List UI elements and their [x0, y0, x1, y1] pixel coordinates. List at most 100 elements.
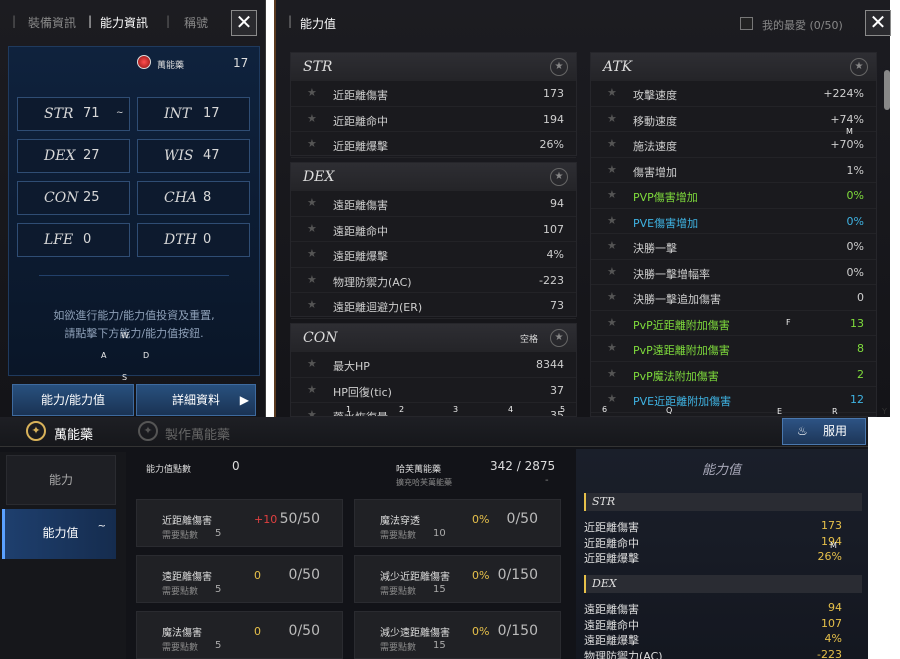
divider: [39, 275, 229, 276]
overlay-key: 4: [508, 405, 514, 414]
elixir-tab-icon: ✦: [26, 421, 46, 441]
section-title: STR: [303, 59, 333, 75]
overlay-key: W: [121, 331, 129, 340]
close-right-button[interactable]: ✕: [865, 10, 891, 36]
upgrade-card[interactable]: 減少近距離傷害 需要點數 15 0% 0/150: [354, 555, 561, 603]
stat-row: ★ 移動速度 +74%: [591, 107, 876, 132]
stat-row: ★ 決勝一擊增幅率 0%: [591, 260, 876, 285]
section-dex: DEX ★ ★ 遠距離傷害 94 ★ 遠距離命中 107 ★ 遠距離爆擊 4% ★ 物理防禦力(…: [290, 162, 577, 319]
hafi-value: 342 / 2875: [490, 459, 556, 473]
upgrade-card[interactable]: 魔法穿透 需要點數 10 0% 0/50: [354, 499, 561, 547]
stat-con: CON 25: [17, 181, 130, 215]
upgrade-card[interactable]: 減少遠距離傷害 需要點數 15 0% 0/150: [354, 611, 561, 659]
stat-row: ★ 遠距離爆擊 4%: [291, 242, 576, 268]
tab-craft[interactable]: 製作萬能藥: [165, 424, 230, 443]
panel-title: 能力值: [300, 17, 337, 31]
reset-hint: 如欲進行能力/能力值投資及重置, 請點擊下方能力/能力值按鈕.: [53, 309, 215, 340]
stat-row: ★ 近距離命中 194: [291, 107, 576, 132]
side-item-stats[interactable]: 能力值 ~: [2, 509, 116, 559]
mini-dex-rows: 遠距離傷害 94 遠距離命中 107 遠距離爆擊 4% 物理防禦力(AC) -223: [584, 601, 854, 659]
stat-int: INT 17: [137, 97, 250, 131]
star-icon[interactable]: ★: [850, 58, 868, 76]
upgrade-card[interactable]: 近距離傷害 需要點數 5 +10 50/50: [136, 499, 343, 547]
potion-icon: ♨: [797, 424, 808, 438]
elixir-label: 萬能藥: [157, 61, 185, 71]
overlay-key: S: [122, 373, 128, 382]
star-icon: ★: [307, 408, 317, 417]
stat-row: ★ 攻擊速度 +224%: [591, 81, 876, 107]
stat-wis: WIS 47: [137, 139, 250, 173]
star-icon[interactable]: ★: [550, 168, 568, 186]
apply-button[interactable]: ♨ 服用: [782, 418, 866, 445]
stat-row: ★ 遠距離迴避力(ER) 73: [291, 293, 576, 319]
tab-ability[interactable]: 能力資訊: [100, 14, 148, 31]
stat-row: ★ 遠距離命中 107: [291, 217, 576, 242]
star-icon: ★: [307, 382, 317, 396]
stat-row: ★ PvP魔法附加傷害 2: [591, 362, 876, 387]
stat-row: ★ 決勝一擊 0%: [591, 234, 876, 260]
overlay-key: Q: [666, 406, 673, 415]
hafi-sub-value: -: [545, 475, 549, 486]
potion-icon: [137, 55, 151, 69]
star-icon: ★: [307, 357, 317, 370]
stat-row: ★ 決勝一擊追加傷害 0: [591, 285, 876, 311]
mini-stats-panel: 能力值 STR 近距離傷害 173 近距離命中 194 近距離爆擊 26% DEX 遠…: [576, 449, 868, 659]
stat-row: ★ 遠距離傷害 94: [291, 191, 576, 217]
elixir-panel: ✦ 萬能藥 ✦ 製作萬能藥 ♨ 服用 能力 能力值 ~ 能力值點數 0 哈芙萬能藥…: [0, 417, 868, 659]
play-arrow-icon: ▶: [239, 393, 249, 407]
star-icon[interactable]: ★: [550, 58, 568, 76]
section-title: ATK: [603, 59, 633, 75]
star-icon: ★: [307, 221, 317, 235]
stat-row: ★藥水恢復量35: [291, 403, 576, 417]
close-left-button[interactable]: ✕: [231, 10, 257, 36]
scrollbar[interactable]: [884, 70, 890, 110]
stat-dth: DTH 0: [137, 223, 250, 257]
overlay-key: 6: [602, 405, 608, 414]
info-tabs: | 裝備資訊 | 能力資訊 | 稱號: [12, 14, 209, 31]
craft-tab-icon: ✦: [138, 421, 158, 441]
stat-row: ★ 傷害增加 1%: [591, 158, 876, 183]
overlay-key: Y: [882, 407, 887, 416]
overlay-key: F: [786, 318, 791, 327]
tab-elixir[interactable]: 萬能藥: [54, 424, 93, 443]
overlay-key: 5: [560, 405, 566, 414]
elixir-tabbar: [0, 417, 868, 447]
upgrade-card[interactable]: 遠距離傷害 需要點數 5 0 0/50: [136, 555, 343, 603]
star-icon: ★: [307, 247, 317, 260]
upgrade-card[interactable]: 魔法傷害 需要點數 5 0 0/50: [136, 611, 343, 659]
stat-row: ★ PVE傷害增加 0%: [591, 209, 876, 234]
hafi-label: 哈芙萬能藥: [396, 465, 442, 475]
overlay-key: R: [832, 407, 838, 416]
overlay-key: 2: [399, 405, 405, 414]
stat-row: ★ 施法速度 +70%: [591, 132, 876, 158]
details-button[interactable]: 詳細資料 ▶: [136, 384, 256, 416]
mini-row: 遠距離命中 107: [584, 616, 842, 632]
stat-row: ★ 近距離傷害 173: [291, 81, 576, 107]
section-atk: ATK ★ ★ 攻擊速度 +224% ★ 移動速度 +74% ★ 施法速度 +70% ★ 傷害增…: [590, 52, 877, 417]
mini-row: 遠距離傷害 94: [584, 601, 842, 616]
mini-title: 能力值: [702, 463, 742, 478]
star-icon: ★: [307, 298, 317, 311]
points-value: 0: [232, 459, 240, 473]
stat-dex: DEX 27: [17, 139, 130, 173]
star-icon[interactable]: ★: [550, 329, 568, 347]
mini-str-header: STR: [584, 493, 862, 511]
stat-row: ★ PVP傷害增加 0%: [591, 183, 876, 209]
mini-row: 物理防禦力(AC) -223: [584, 647, 842, 659]
star-icon: ★: [307, 196, 317, 209]
mini-str-rows: 近距離傷害 173 近距離命中 194 近距離爆擊 26%: [584, 519, 854, 566]
mini-row: 近距離傷害 173: [584, 519, 842, 534]
stat-row: ★ PvP遠距離附加傷害 8: [591, 336, 876, 362]
hafi-sub-label: 擴充哈芙萬能藥: [396, 478, 452, 487]
favorites-label: 我的最愛 (0/50): [762, 19, 843, 32]
star-icon: ★: [307, 111, 317, 125]
stats-button[interactable]: 能力/能力值: [12, 384, 134, 416]
favorites-checkbox[interactable]: [740, 17, 753, 30]
stat-cha: CHA 8: [137, 181, 250, 215]
side-item-ability[interactable]: 能力: [6, 455, 116, 505]
star-icon: ★: [307, 272, 317, 286]
stat-row: ★ 最大HP 8344: [291, 352, 576, 378]
tab-equipment[interactable]: 裝備資訊: [28, 14, 76, 31]
tab-title[interactable]: 稱號: [184, 14, 208, 31]
character-info-panel: | 裝備資訊 | 能力資訊 | 稱號 ✕ 萬能藥 17 STR 71 ~ INT 17…: [0, 0, 266, 417]
